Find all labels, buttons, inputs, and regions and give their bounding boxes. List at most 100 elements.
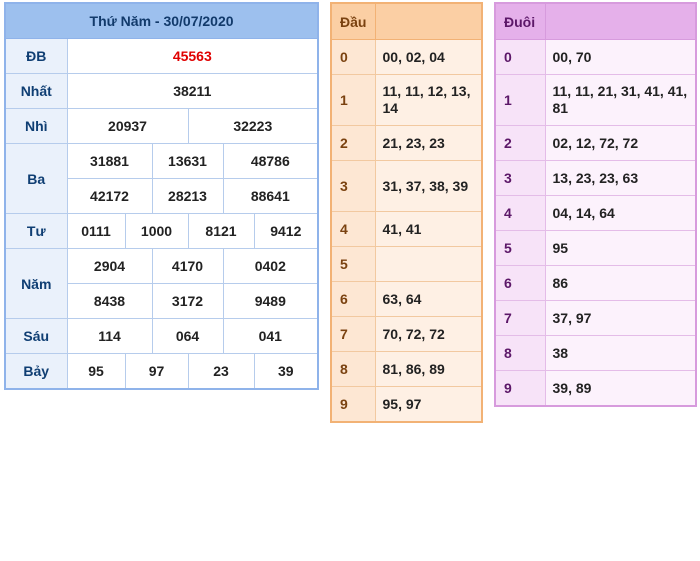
prize-value: 064 xyxy=(151,318,224,354)
duoi-values: 00, 70 xyxy=(544,39,697,75)
duoi-values: 13, 23, 23, 63 xyxy=(544,160,697,196)
prize-value: 20937 xyxy=(66,108,189,144)
dau-row: 0 00, 02, 04 xyxy=(330,39,483,75)
dau-row: 9 95, 97 xyxy=(330,386,483,423)
duoi-key: 5 xyxy=(494,230,546,266)
dau-row: 1 11, 11, 12, 13, 14 xyxy=(330,74,483,126)
duoi-values: 39, 89 xyxy=(544,370,697,407)
dau-header: Đầu xyxy=(330,2,376,40)
duoi-row: 1 11, 11, 21, 31, 41, 41, 81 xyxy=(494,74,697,126)
dau-header-row: Đầu xyxy=(330,2,483,40)
prize-value: 8438 xyxy=(66,283,153,319)
duoi-values: 11, 11, 21, 31, 41, 41, 81 xyxy=(544,74,697,126)
duoi-values: 04, 14, 64 xyxy=(544,195,697,231)
prize-value: 9412 xyxy=(253,213,319,249)
duoi-key: 7 xyxy=(494,300,546,336)
special-prize-value: 45563 xyxy=(66,38,319,74)
prize-value: 4170 xyxy=(151,248,224,284)
prize-value: 97 xyxy=(124,353,189,390)
prize-label: ĐB xyxy=(4,38,68,74)
prize-row-tu: Tư 0111 1000 8121 9412 xyxy=(4,213,319,249)
dau-row: 5 xyxy=(330,246,483,282)
prize-value: 0402 xyxy=(222,248,319,284)
dau-key: 2 xyxy=(330,125,376,161)
dau-row: 2 21, 23, 23 xyxy=(330,125,483,161)
dau-table: Đầu 0 00, 02, 04 1 11, 11, 12, 13, 14 2 21,… xyxy=(330,2,483,423)
duoi-values: 37, 97 xyxy=(544,300,697,336)
dau-row: 8 81, 86, 89 xyxy=(330,351,483,387)
results-table: Thứ Năm - 30/07/2020 ĐB 45563 Nhất 38211… xyxy=(4,2,320,390)
dau-values: 21, 23, 23 xyxy=(374,125,483,161)
prize-value: 9489 xyxy=(222,283,319,319)
prize-value: 13631 xyxy=(151,143,224,179)
dau-key: 9 xyxy=(330,386,376,423)
duoi-values: 38 xyxy=(544,335,697,371)
prize-row-ba: Ba 31881 13631 48786 xyxy=(4,143,319,214)
dau-row: 6 63, 64 xyxy=(330,281,483,317)
prize-value: 23 xyxy=(187,353,255,390)
duoi-values: 02, 12, 72, 72 xyxy=(544,125,697,161)
prize-value: 041 xyxy=(222,318,319,354)
prize-value: 95 xyxy=(66,353,126,390)
prize-label: Tư xyxy=(4,213,68,249)
prize-value: 88641 xyxy=(222,178,319,214)
duoi-row: 8 38 xyxy=(494,335,697,371)
prize-label: Bảy xyxy=(4,353,68,390)
prize-row-bay: Bảy 95 97 23 39 xyxy=(4,353,319,390)
duoi-row: 6 86 xyxy=(494,265,697,301)
prize-value: 0111 xyxy=(66,213,126,249)
duoi-key: 9 xyxy=(494,370,546,407)
dau-row: 4 41, 41 xyxy=(330,211,483,247)
duoi-row: 2 02, 12, 72, 72 xyxy=(494,125,697,161)
prize-row-db: ĐB 45563 xyxy=(4,38,319,74)
prize-value: 39 xyxy=(253,353,319,390)
prize-value: 42172 xyxy=(66,178,153,214)
dau-key: 8 xyxy=(330,351,376,387)
dau-key: 4 xyxy=(330,211,376,247)
prize-value: 38211 xyxy=(66,73,319,109)
results-title: Thứ Năm - 30/07/2020 xyxy=(4,2,319,39)
prize-value: 1000 xyxy=(124,213,189,249)
dau-values: 00, 02, 04 xyxy=(374,39,483,75)
duoi-row: 7 37, 97 xyxy=(494,300,697,336)
dau-key: 3 xyxy=(330,160,376,212)
prize-label: Nhất xyxy=(4,73,68,109)
prize-label: Năm xyxy=(4,248,68,319)
dau-values: 41, 41 xyxy=(374,211,483,247)
duoi-key: 8 xyxy=(494,335,546,371)
duoi-header-row: Đuôi xyxy=(494,2,697,40)
dau-values: 95, 97 xyxy=(374,386,483,423)
prize-value: 3172 xyxy=(151,283,224,319)
dau-values xyxy=(374,246,483,282)
prize-value: 31881 xyxy=(66,143,153,179)
duoi-row: 3 13, 23, 23, 63 xyxy=(494,160,697,196)
prize-value: 2904 xyxy=(66,248,153,284)
prize-value: 32223 xyxy=(187,108,319,144)
prize-value: 28213 xyxy=(151,178,224,214)
prize-row-nam: Năm 2904 4170 0402 xyxy=(4,248,319,319)
duoi-row: 5 95 xyxy=(494,230,697,266)
duoi-row: 9 39, 89 xyxy=(494,370,697,407)
duoi-key: 1 xyxy=(494,74,546,126)
duoi-key: 6 xyxy=(494,265,546,301)
dau-values: 11, 11, 12, 13, 14 xyxy=(374,74,483,126)
duoi-header-blank xyxy=(544,2,697,40)
duoi-header: Đuôi xyxy=(494,2,546,40)
dau-values: 70, 72, 72 xyxy=(374,316,483,352)
prize-row-nhi: Nhì 20937 32223 xyxy=(4,108,319,144)
prize-value: 8121 xyxy=(187,213,255,249)
duoi-table: Đuôi 0 00, 70 1 11, 11, 21, 31, 41, 41, 81… xyxy=(494,2,697,407)
duoi-key: 3 xyxy=(494,160,546,196)
duoi-row: 0 00, 70 xyxy=(494,39,697,75)
duoi-key: 4 xyxy=(494,195,546,231)
results-title-row: Thứ Năm - 30/07/2020 xyxy=(4,2,319,39)
dau-header-blank xyxy=(374,2,483,40)
prize-row-sau: Sáu 114 064 041 xyxy=(4,318,319,354)
duoi-row: 4 04, 14, 64 xyxy=(494,195,697,231)
prize-row-nhat: Nhất 38211 xyxy=(4,73,319,109)
dau-row: 3 31, 37, 38, 39 xyxy=(330,160,483,212)
dau-key: 7 xyxy=(330,316,376,352)
dau-key: 6 xyxy=(330,281,376,317)
duoi-values: 95 xyxy=(544,230,697,266)
dau-values: 31, 37, 38, 39 xyxy=(374,160,483,212)
